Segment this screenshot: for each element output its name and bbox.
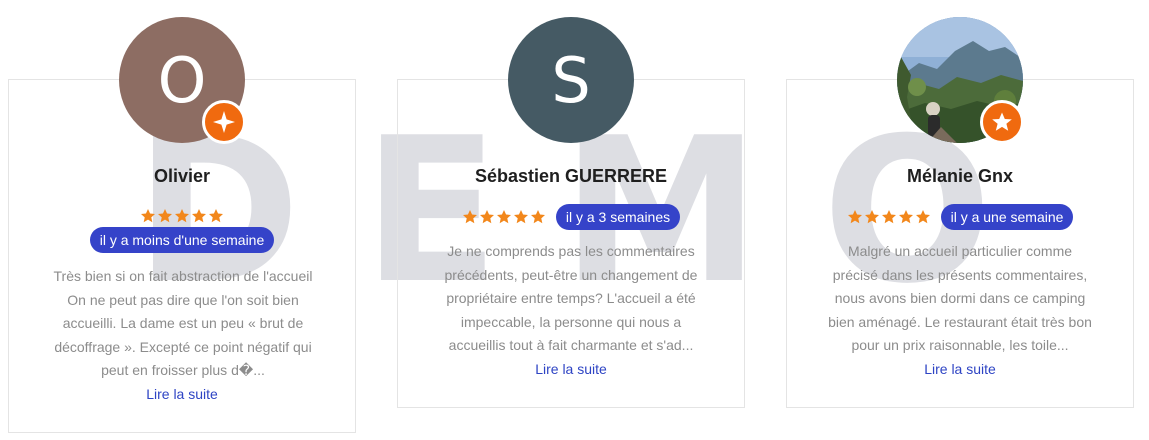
read-more-link[interactable]: Lire la suite <box>398 361 744 377</box>
reviewer-name: Sébastien GUERRERE <box>474 166 668 186</box>
star-icon <box>141 209 155 223</box>
avatar: S <box>508 17 634 143</box>
review-text: Je ne comprends pas les commentaires pré… <box>444 243 698 354</box>
star-icon <box>192 209 206 223</box>
star-icon <box>158 209 172 223</box>
review-text: Malgré un accueil particulier comme préc… <box>828 243 1092 354</box>
star-rating <box>140 208 224 224</box>
review-card: S Sébastien GUERRERE il y a 3 semaines J… <box>397 17 745 408</box>
star-rating <box>847 209 931 225</box>
rating-row: il y a 3 semaines <box>398 204 744 230</box>
avatar-wrapper: O <box>119 17 246 144</box>
compass-star-icon <box>213 111 235 133</box>
read-more-link[interactable]: Lire la suite <box>9 386 355 402</box>
rating-row: il y a moins d'une semaine <box>9 208 355 253</box>
star-icon <box>864 210 879 224</box>
review-text: Très bien si on fait abstraction de l'ac… <box>53 268 313 379</box>
star-icon <box>915 210 930 224</box>
review-card: Mélanie Gnx il y a une semaine Malgré un… <box>786 17 1134 408</box>
star-icon <box>847 210 862 224</box>
avatar-wrapper <box>897 17 1024 144</box>
reviewer-name: Mélanie Gnx <box>906 166 1014 186</box>
star-icon <box>898 210 913 224</box>
reviewer-name: Olivier <box>153 166 211 186</box>
review-date-badge: il y a 3 semaines <box>555 204 681 230</box>
star-icon <box>992 112 1012 131</box>
read-more-link[interactable]: Lire la suite <box>787 361 1133 377</box>
star-icon <box>881 210 896 224</box>
review-card: O Olivier il y a moins d'une semaine Trè… <box>8 17 356 433</box>
rating-row: il y a une semaine <box>787 204 1133 230</box>
star-rating <box>462 209 546 225</box>
star-icon <box>530 210 545 224</box>
star-icon <box>496 210 511 224</box>
local-guide-badge <box>202 100 246 144</box>
avatar-wrapper: S <box>508 17 634 143</box>
review-date-badge: il y a une semaine <box>940 204 1074 230</box>
local-guide-badge <box>980 100 1024 144</box>
star-icon <box>479 210 494 224</box>
star-icon <box>513 210 528 224</box>
star-icon <box>175 209 189 223</box>
review-date-badge: il y a moins d'une semaine <box>89 227 275 253</box>
star-icon <box>209 209 223 223</box>
star-icon <box>462 210 477 224</box>
